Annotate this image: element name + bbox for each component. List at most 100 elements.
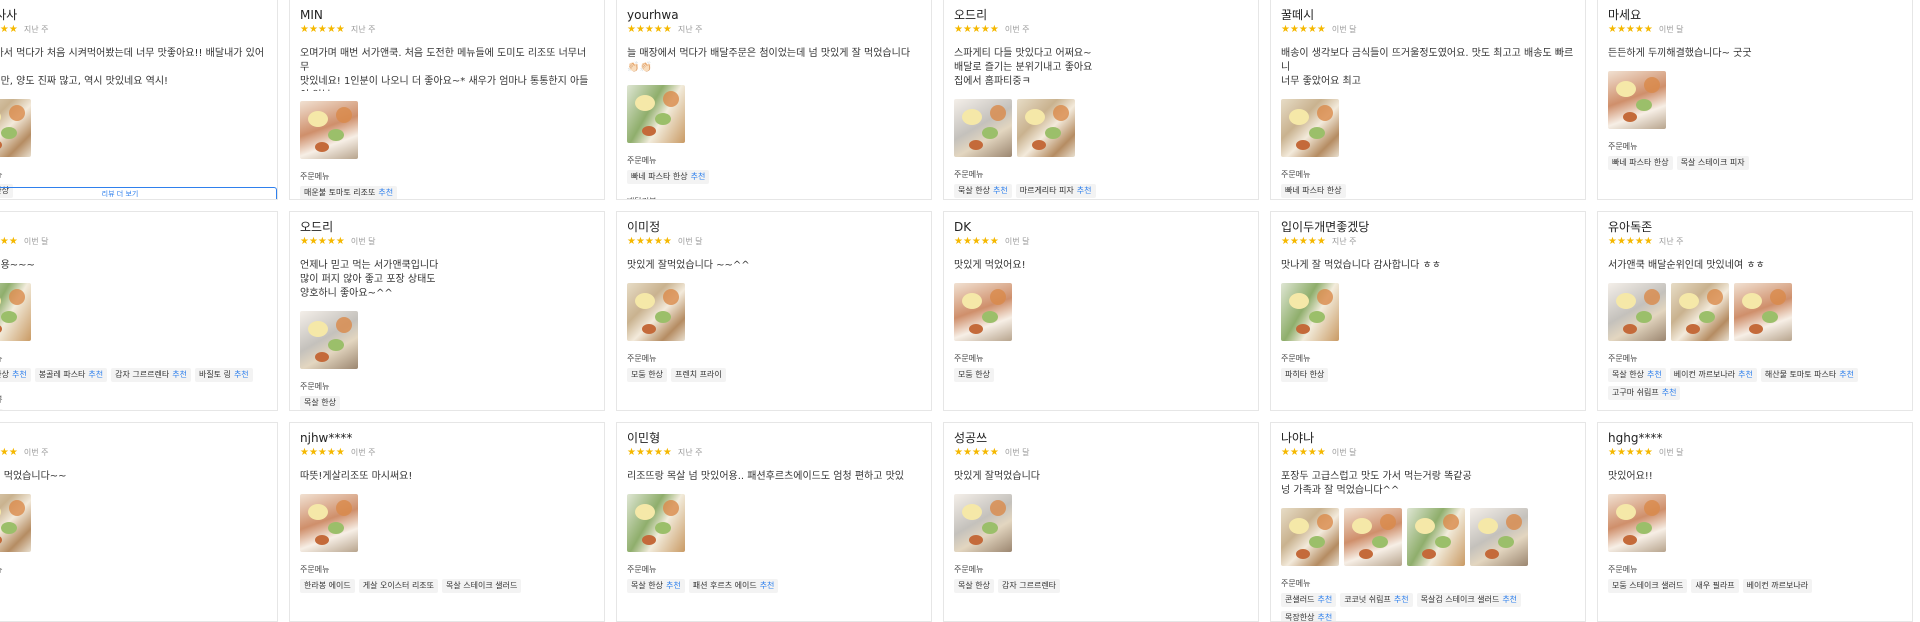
menu-tag[interactable]: 빠네 파스타 한상 [1281, 184, 1346, 198]
reviewer-name[interactable]: 누렌사사 [0, 8, 267, 22]
reviewer-name[interactable]: 오드리 [300, 220, 594, 234]
review-photo[interactable] [1608, 494, 1666, 552]
menu-tag[interactable]: 빠네 파스타 한상 [1608, 156, 1673, 170]
reviewer-name[interactable]: yourhwa [627, 8, 921, 22]
menu-tag[interactable]: 목살 스테이크 피자 [1676, 156, 1749, 170]
menu-tag[interactable]: 빠네 파스타 한상 추천 [627, 170, 710, 184]
review-photo[interactable] [1407, 508, 1465, 566]
menu-tag[interactable]: 감자 그르르렌타 추천 [111, 368, 191, 382]
menu-tag[interactable]: 모둠 스테이크 샐러드 [1608, 579, 1688, 593]
reviewer-name[interactable]: 입이두개면좋겠당 [1281, 220, 1575, 234]
review-photo[interactable] [1470, 508, 1528, 566]
review-photo[interactable] [1734, 283, 1792, 341]
review-photo[interactable] [300, 494, 358, 552]
reviewer-name[interactable]: 이미정 [627, 220, 921, 234]
review-photo[interactable] [1608, 71, 1666, 129]
review-card[interactable]: 입이두개면좋겠당 ★★★★★ 지난 주 맛나게 잘 먹었습니다 감사합니다 ㅎㅎ 주문메… [1270, 211, 1586, 411]
menu-tag[interactable]: 베이컨 까르보나라 추천 [1669, 368, 1757, 382]
review-photo[interactable] [954, 283, 1012, 341]
menu-tag[interactable]: 고구마 쉬림프 추천 [1608, 386, 1681, 400]
review-photo[interactable] [1344, 508, 1402, 566]
review-photo[interactable] [954, 494, 1012, 552]
menu-tag[interactable]: 모둠 한상 [954, 368, 994, 382]
review-photo[interactable] [627, 85, 685, 143]
more-reviews-button[interactable]: 리뷰 더 보기 [0, 187, 277, 199]
review-card[interactable]: 누렌사사 ★★★★★ 지난 주항상 가서 먹다가 처음 시켜먹어봤는데 너무 맛좋아… [0, 0, 278, 200]
review-card[interactable]: 나야나 ★★★★★ 이번 달 포장두 고급스럽고 맛도 가서 먹는거랑 똑같공 넝 가… [1270, 422, 1586, 622]
reviewer-name[interactable]: 성공쓰 [954, 431, 1248, 445]
review-photo[interactable] [300, 311, 358, 369]
menu-tag[interactable]: 목살검 스테이크 샐러드 추천 [1416, 593, 1522, 607]
reviewer-name[interactable]: 마세요 [1608, 8, 1902, 22]
review-card[interactable]: njhw**** ★★★★★ 이번 주 따뜻!게살리조또 마시써요! 주문메뉴 한라봉 에… [289, 422, 605, 622]
reviewer-name[interactable]: njhw**** [300, 431, 594, 445]
menu-tag[interactable]: 목살 한상 [300, 396, 340, 410]
menu-tag[interactable]: 패션 후르츠 에이드 추천 [688, 579, 779, 593]
menu-tag[interactable]: 새우 필라프 [1691, 579, 1739, 593]
review-card[interactable]: 오드리 ★★★★★ 이번 주 스파게티 다들 맛있다고 어쩌요~ 배달로 즐기는 분위… [943, 0, 1259, 200]
review-card[interactable]: 유아독존 ★★★★★ 지난 주 서가앤쿡 배달순위인데 맛있네여 ㅎㅎ 주문메뉴 목살 한… [1597, 211, 1913, 411]
menu-tag[interactable]: 매운불 토마토 리조또 추천 [300, 186, 398, 199]
menu-tag[interactable]: 목살 한상추천 [0, 368, 31, 382]
menu-tag[interactable]: 파히타 한상 [1281, 368, 1329, 382]
review-date: 지난 주 [1658, 237, 1684, 246]
menu-tag[interactable]: 목장한상 추천 [1281, 611, 1337, 621]
review-photo[interactable] [627, 494, 685, 552]
menu-tag[interactable]: 목살 한상추천 [1608, 368, 1666, 382]
review-photo[interactable] [1017, 99, 1075, 157]
review-card[interactable]: 리곤 ★★★★★ 이번 주맛있게 먹었습니다~~ 주문메뉴한상 [0, 422, 278, 622]
review-photo[interactable] [1608, 283, 1666, 341]
review-card[interactable]: 이미정 ★★★★★ 이번 달 맛있게 잘먹었습니다 ~~^^ 주문메뉴 모둠 한상 프렌치 … [616, 211, 932, 411]
review-photo[interactable] [0, 494, 31, 552]
review-card[interactable]: 마세요 ★★★★★ 이번 달 든든하게 두끼해결했습니다~ 굿굿 주문메뉴 빠네 파스타 … [1597, 0, 1913, 200]
review-photo[interactable] [1281, 508, 1339, 566]
reviewer-name[interactable]: 이민형 [627, 431, 921, 445]
menu-tag[interactable]: 콘샐러드 추천 [1281, 593, 1337, 607]
review-photo[interactable] [954, 99, 1012, 157]
review-photo[interactable] [0, 283, 31, 341]
menu-tag[interactable]: 목살 한상추천 [627, 579, 685, 593]
reviewer-name[interactable]: 상링 [0, 220, 267, 234]
star-rating-icon: ★★★★★ [954, 236, 999, 247]
menu-tag[interactable]: 감자 그르르렌타 [997, 579, 1061, 593]
review-card[interactable]: hghg**** ★★★★★ 이번 달 맛있어요!! 주문메뉴 모둠 스테이크 샐러드 새우… [1597, 422, 1913, 622]
review-card[interactable]: 이민형 ★★★★★ 지난 주 리조뜨랑 목살 넘 맛있어용.. 패션후르츠에이드도 엄… [616, 422, 932, 622]
menu-tag[interactable]: 코코넛 쉬림프 추천 [1340, 593, 1413, 607]
review-card[interactable]: yourhwa ★★★★★ 지난 주늘 매장에서 먹다가 배달주문은 첨이었는데 넘… [616, 0, 932, 200]
review-photo[interactable] [627, 283, 685, 341]
review-card[interactable]: 오드리 ★★★★★ 이번 달 언제나 믿고 먹는 서가앤쿡입니다 많이 퍼지 않아 좋… [289, 211, 605, 411]
menu-tag[interactable]: 바질토 링 추천 [194, 368, 253, 382]
review-photo[interactable] [1281, 99, 1339, 157]
menu-tag[interactable]: 한라봉 에이드 [300, 579, 355, 593]
menu-tag[interactable]: 베이컨 까르보나라 [1742, 579, 1813, 593]
reviewer-name[interactable]: 오드리 [954, 8, 1248, 22]
star-rating-icon: ★★★★★ [954, 24, 999, 35]
reviewer-name[interactable]: MIN [300, 8, 594, 22]
menu-tag[interactable]: 모둠 한상 [627, 368, 667, 382]
review-card[interactable]: MIN ★★★★★ 지난 주 오며가며 매번 서가앤쿡. 처음 도전한 메뉴들에 도미… [289, 0, 605, 200]
review-photo[interactable] [0, 99, 31, 157]
review-photo[interactable] [1281, 283, 1339, 341]
review-photo[interactable] [300, 101, 358, 159]
reviewer-name[interactable]: 꿀떼시 [1281, 8, 1575, 22]
review-date: 이번 달 [350, 237, 376, 246]
menu-tag[interactable]: 묵살 한상 추천 [954, 184, 1012, 198]
review-photo[interactable] [1671, 283, 1729, 341]
menu-tag[interactable]: 프렌치 프라이 [670, 368, 726, 382]
review-text: 따뜻!게살리조또 마시써요! [300, 471, 413, 482]
review-card[interactable]: 상링★★★★★이번 달맛있어용~~~주문메뉴목살 한상추천봉골레 파스타추천감자… [0, 211, 278, 411]
reviewer-name[interactable]: 유아독존 [1608, 220, 1902, 234]
review-card[interactable]: 성공쓰 ★★★★★ 이번 달 맛있게 잘먹었습니다 주문메뉴 목살 한상 감자 그르르렌타 [943, 422, 1259, 622]
menu-tag[interactable]: 봉골레 파스타 추천 [34, 368, 108, 382]
menu-tag[interactable]: 마르게리타 피자 추천 [1015, 184, 1096, 198]
menu-tag[interactable]: 목살 스테이크 샐러드 [442, 579, 522, 593]
menu-tag[interactable]: 목살 한상 [954, 579, 994, 593]
reviewer-name[interactable]: hghg**** [1608, 431, 1902, 445]
review-card[interactable]: DK ★★★★★ 이번 달 맛있게 먹었어요! 주문메뉴 모둠 한상 [943, 211, 1259, 411]
reviewer-name[interactable]: DK [954, 220, 1248, 234]
reviewer-name[interactable]: 나야나 [1281, 431, 1575, 445]
menu-tag[interactable]: 게살 오이스터 리조또 [358, 579, 439, 593]
review-card[interactable]: 꿀떼시 ★★★★★ 이번 달 배송이 생각보다 금식들이 뜨거울정도였어요. 맛도 최… [1270, 0, 1586, 200]
reviewer-name[interactable]: 리곤 [0, 431, 267, 445]
menu-tag[interactable]: 해산물 토마토 파스타 추천 [1760, 368, 1858, 382]
